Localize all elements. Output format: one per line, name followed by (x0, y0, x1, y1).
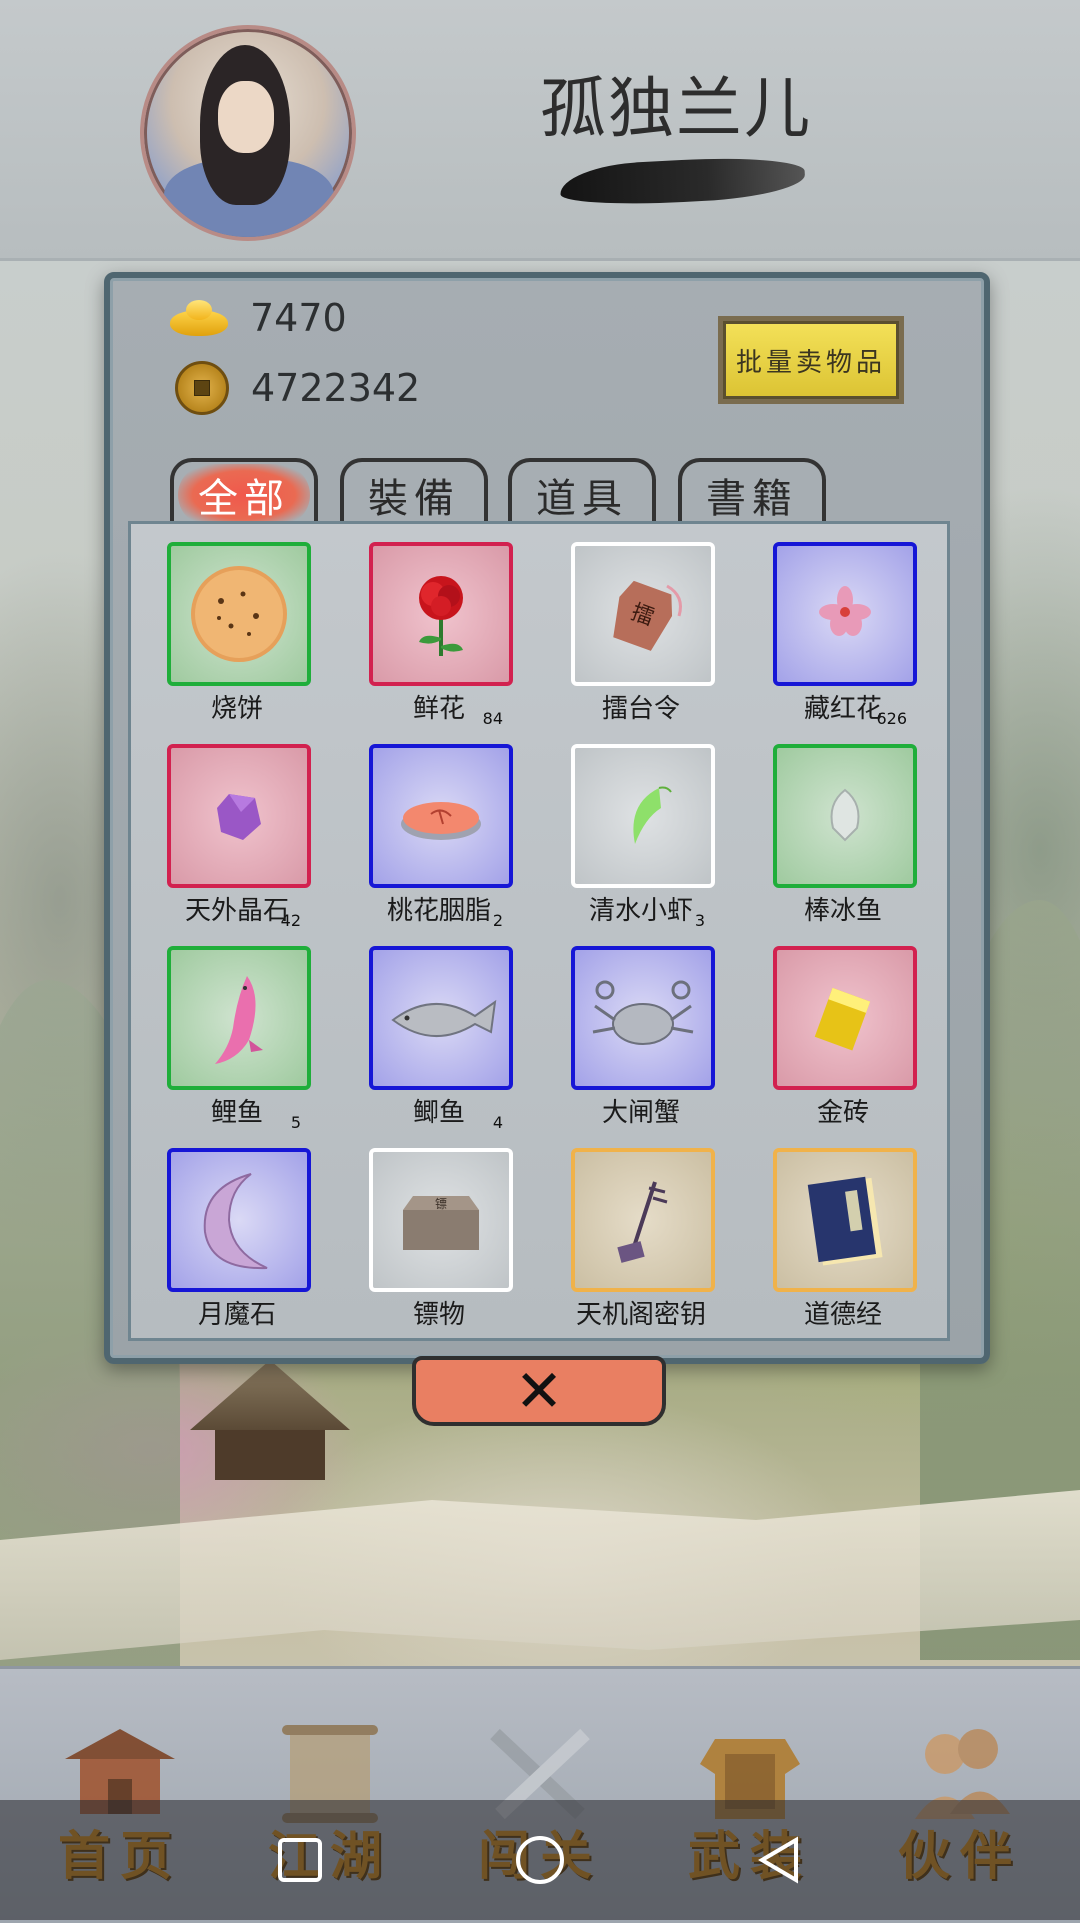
coin-balance: 4722342 (170, 358, 420, 418)
item-slot[interactable]: 道德经 (773, 1148, 917, 1338)
player-name: 孤独兰儿 (540, 70, 812, 147)
item-slot[interactable]: 3 清水小虾 (571, 744, 715, 934)
book-icon (807, 1176, 883, 1266)
item-name: 棒冰鱼 (803, 896, 882, 926)
item-name: 鲫鱼 (412, 1098, 465, 1128)
escort-box-icon: 镖 (403, 1196, 479, 1250)
inventory-panel: 7470 4722342 批量卖物品 全部 裝備 道具 書籍 烧饼 84 鲜花 (104, 272, 990, 1364)
item-name: 藏红花 (803, 694, 882, 724)
item-slot[interactable]: 大闸蟹 (571, 946, 715, 1136)
ink-brush-stroke (559, 153, 806, 209)
crab-icon (592, 980, 694, 1045)
item-frame (369, 946, 513, 1090)
profile-header: 孤独兰儿 (0, 0, 1080, 261)
tab-props-label: 道具 (536, 476, 628, 522)
item-name: 擂台令 (601, 694, 680, 724)
ingot-balance: 7470 (170, 288, 347, 348)
tab-props[interactable]: 道具 (508, 458, 656, 528)
rose-icon (419, 576, 463, 656)
erhu-key-icon (617, 1181, 668, 1263)
token-icon: 擂 (613, 580, 682, 651)
item-frame (571, 744, 715, 888)
tab-equipment[interactable]: 裝備 (340, 458, 488, 528)
recent-apps-icon[interactable] (272, 1832, 328, 1888)
item-name: 鲜花 (412, 694, 465, 724)
item-frame: 擂 (571, 542, 715, 686)
tab-all[interactable]: 全部 (170, 458, 318, 528)
item-name: 清水小虾 (588, 896, 693, 926)
item-name: 烧饼 (210, 694, 263, 724)
flatbread-icon (191, 566, 287, 662)
item-frame (571, 1148, 715, 1292)
tab-books[interactable]: 書籍 (678, 458, 826, 528)
crucian-icon (391, 999, 497, 1037)
item-name: 大闸蟹 (601, 1098, 680, 1128)
item-slot[interactable]: 镖 镖物 (369, 1148, 513, 1338)
svg-text:镖: 镖 (435, 1196, 447, 1211)
item-frame (571, 946, 715, 1090)
gold-brick-icon (814, 987, 871, 1051)
item-name: 金砖 (816, 1098, 869, 1128)
item-slot[interactable]: 月魔石 (167, 1148, 311, 1338)
tab-books-label: 書籍 (706, 476, 798, 522)
item-slot[interactable]: 棒冰鱼 (773, 744, 917, 934)
ingot-count: 7470 (250, 296, 347, 340)
ice-fish-icon (830, 788, 860, 842)
item-slot[interactable]: 金砖 (773, 946, 917, 1136)
item-name: 鲤鱼 (210, 1098, 263, 1128)
item-slot[interactable]: 天机阁密钥 (571, 1148, 715, 1338)
item-frame: 镖 (369, 1148, 513, 1292)
moon-stone-icon (203, 1173, 268, 1270)
crystal-icon (217, 794, 261, 840)
saffron-icon (819, 586, 871, 636)
item-slot[interactable]: 5 鲤鱼 (167, 946, 311, 1136)
item-slot[interactable]: 626 藏红花 (773, 542, 917, 732)
carp-icon (215, 976, 263, 1064)
item-slot[interactable]: 烧饼 (167, 542, 311, 732)
coin-count: 4722342 (251, 366, 421, 410)
thatched-hut (190, 1360, 350, 1480)
item-frame (167, 542, 311, 686)
item-slot[interactable]: 擂 擂台令 (571, 542, 715, 732)
tab-equipment-label: 裝備 (368, 476, 460, 522)
item-name: 天外晶石 (184, 896, 289, 926)
item-name: 天机阁密钥 (575, 1300, 706, 1330)
bulk-sell-label: 批量卖物品 (723, 321, 899, 399)
item-frame (773, 542, 917, 686)
tab-all-label: 全部 (178, 464, 310, 526)
rouge-icon (401, 802, 481, 840)
item-name: 道德经 (803, 1300, 882, 1330)
bulk-sell-button[interactable]: 批量卖物品 (718, 316, 904, 404)
item-frame (167, 946, 311, 1090)
item-frame (369, 744, 513, 888)
item-slot[interactable]: 4 鲫鱼 (369, 946, 513, 1136)
home-icon[interactable] (512, 1832, 568, 1888)
item-frame (773, 744, 917, 888)
item-frame (369, 542, 513, 686)
avatar[interactable] (140, 25, 356, 241)
gold-ingot-icon (170, 298, 228, 338)
shrimp-icon (633, 786, 672, 844)
item-name: 月魔石 (197, 1300, 276, 1330)
item-name: 镖物 (412, 1300, 465, 1330)
item-name: 桃花胭脂 (386, 896, 491, 926)
item-slot[interactable]: 42 天外晶石 (167, 744, 311, 934)
item-frame (167, 744, 311, 888)
item-grid: 烧饼 84 鲜花 擂 擂台令 626 藏红花 42 天外晶石 2 桃花胭脂 3 … (128, 521, 950, 1341)
close-button[interactable]: ✕ (412, 1356, 666, 1426)
item-slot[interactable]: 84 鲜花 (369, 542, 513, 732)
system-nav-bar (0, 1800, 1080, 1920)
item-frame (773, 946, 917, 1090)
copper-coin-icon (175, 361, 229, 415)
item-frame (773, 1148, 917, 1292)
back-icon[interactable] (752, 1832, 808, 1888)
close-icon: ✕ (514, 1357, 564, 1425)
item-frame (167, 1148, 311, 1292)
item-slot[interactable]: 2 桃花胭脂 (369, 744, 513, 934)
